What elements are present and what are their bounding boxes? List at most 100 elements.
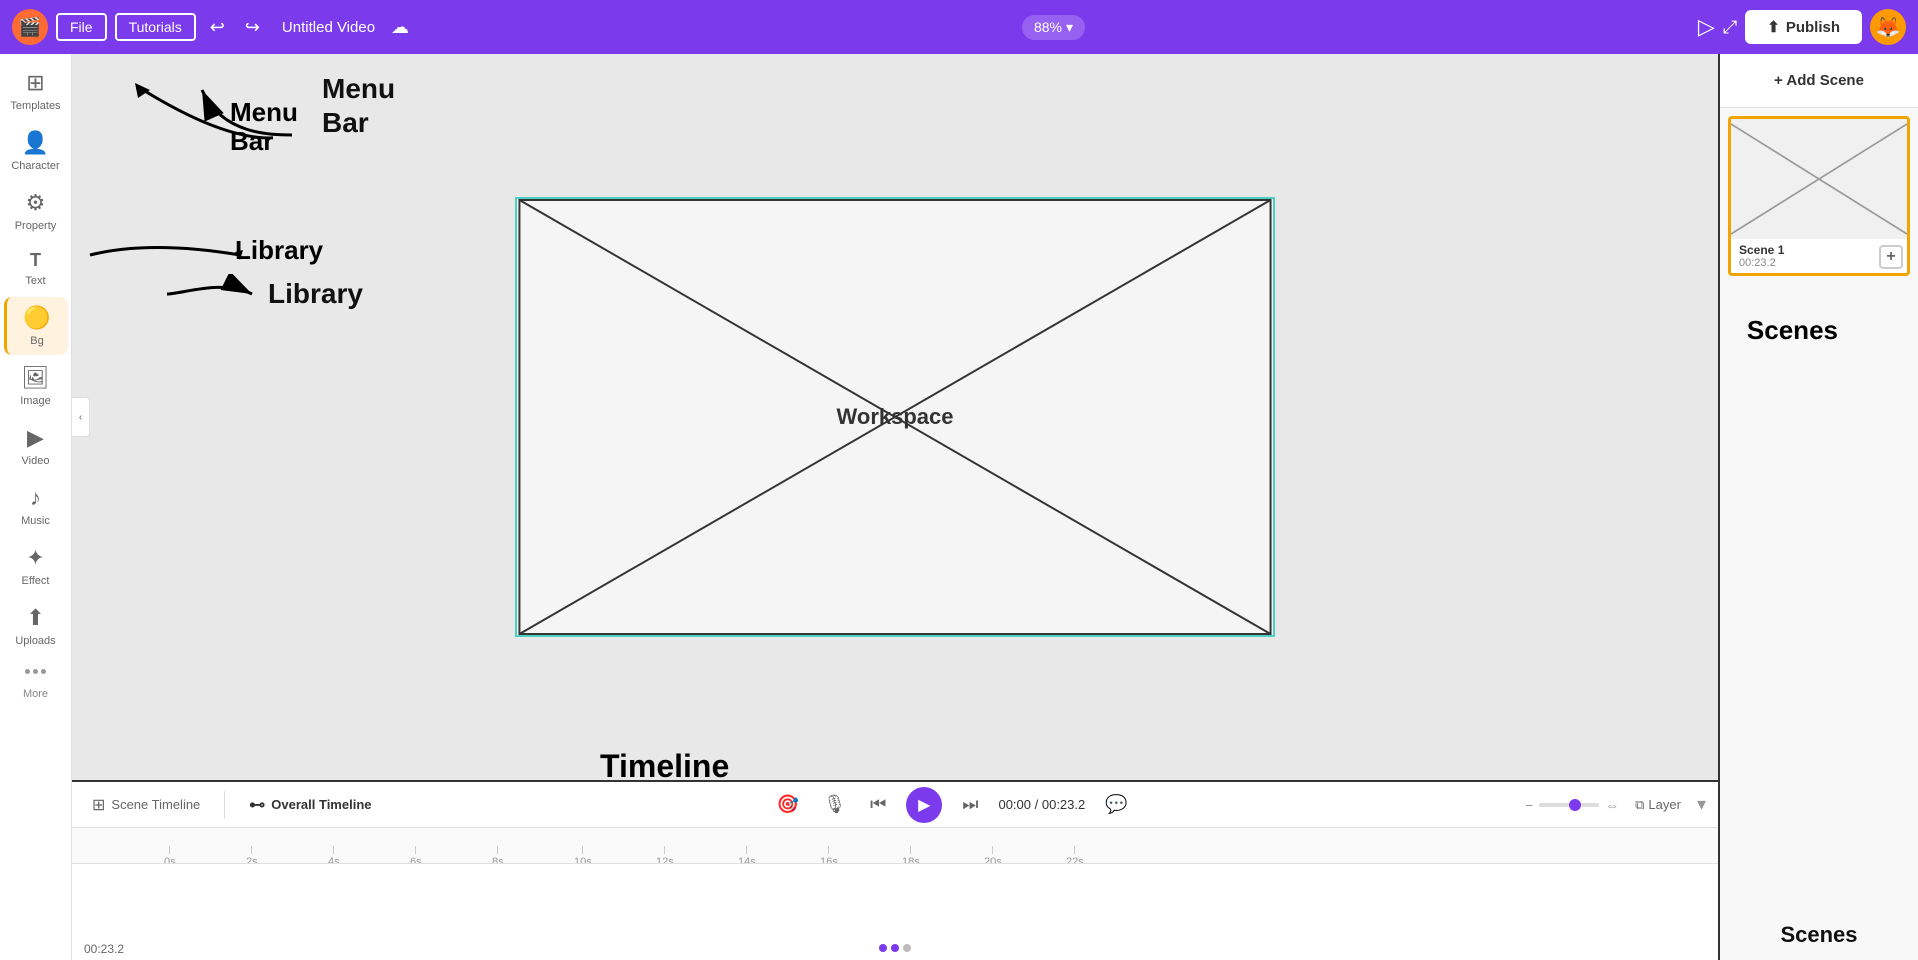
sidebar-item-character[interactable]: 👤 Character <box>4 122 68 180</box>
sidebar: ⊞ Templates 👤 Character ⚙ Property T Tex… <box>0 54 72 960</box>
zoom-button[interactable]: 88% ▾ <box>1022 15 1085 40</box>
sidebar-item-music[interactable]: ♪ Music <box>4 477 68 535</box>
track-dot-1 <box>879 944 887 952</box>
canvas-wireframe <box>517 199 1273 635</box>
canvas-placeholder: Workspace <box>517 199 1273 635</box>
skip-forward-button[interactable]: ⏭ <box>958 790 982 819</box>
file-button[interactable]: File <box>56 13 107 41</box>
ruler-mark-6s: 6s <box>410 846 422 865</box>
timeline-expand-button[interactable]: ▾ <box>1697 794 1706 815</box>
center-panel: Menu Bar Library <box>72 54 1718 960</box>
zoom-control: − ⇔ <box>1525 797 1619 813</box>
more-dot1 <box>25 669 30 674</box>
scene-1-thumbnail <box>1731 119 1907 239</box>
sidebar-item-label: Templates <box>10 100 60 112</box>
tutorials-button[interactable]: Tutorials <box>115 13 196 41</box>
sidebar-item-text[interactable]: T Text <box>4 242 68 295</box>
layers-icon: ⧉ <box>1635 797 1644 813</box>
sidebar-item-label: Effect <box>22 575 50 587</box>
sidebar-item-effect[interactable]: ✦ Effect <box>4 537 68 595</box>
topbar: 🎬 File Tutorials ↩ ↪ Untitled Video ☁ 88… <box>0 0 1918 54</box>
scene-1-duration: 00:23.2 <box>1739 257 1899 269</box>
ruler-mark-2s: 2s <box>246 846 258 865</box>
bg-icon: 🟡 <box>23 305 50 331</box>
text-icon: T <box>30 250 41 271</box>
save-icon[interactable]: ☁ <box>391 17 409 38</box>
redo-button[interactable]: ↪ <box>239 13 266 42</box>
sidebar-item-label: Character <box>11 160 59 172</box>
sidebar-item-label: Video <box>22 455 50 467</box>
sidebar-item-bg[interactable]: 🟡 Bg <box>4 297 68 355</box>
zoom-expand-button[interactable]: ⇔ <box>1605 797 1619 813</box>
ruler-mark-8s: 8s <box>492 846 504 865</box>
workspace[interactable]: Menu Bar Library <box>72 54 1718 780</box>
sidebar-more-button[interactable] <box>25 657 46 686</box>
right-panel: + Add Scene Scene 1 00:23.2 + Scenes <box>1718 54 1918 960</box>
library-annotation: Library <box>162 274 363 314</box>
avatar[interactable]: 🦊 <box>1870 9 1906 45</box>
camera-sync-button[interactable]: 🎯 <box>773 790 803 819</box>
collapse-sidebar-button[interactable]: ‹ <box>72 397 90 437</box>
music-icon: ♪ <box>30 485 41 511</box>
tab-scene-timeline[interactable]: ⊞ Scene Timeline <box>84 791 208 819</box>
publish-button[interactable]: ⬆ Publish <box>1745 10 1862 44</box>
preview-play-button[interactable]: ▷ <box>1698 14 1715 40</box>
zoom-out-button[interactable]: − <box>1525 797 1533 813</box>
ruler-mark-16s: 16s <box>820 846 838 865</box>
sidebar-item-uploads[interactable]: ⬆ Uploads <box>4 597 68 655</box>
ruler-mark-14s: 14s <box>738 846 756 865</box>
timeline-header: ⊞ Scene Timeline ⊷ Overall Timeline 🎯 🎙 … <box>72 782 1718 828</box>
ruler-mark-12s: 12s <box>656 846 674 865</box>
scene-timeline-label: Scene Timeline <box>111 797 200 812</box>
mic-button[interactable]: 🎙 <box>819 790 850 819</box>
scene-1-card[interactable]: Scene 1 00:23.2 + <box>1728 116 1910 276</box>
track-dot-3 <box>903 944 911 952</box>
sidebar-item-label: Text <box>25 275 45 287</box>
ruler-mark-4s: 4s <box>328 846 340 865</box>
scene-add-button[interactable]: + <box>1879 245 1903 269</box>
sidebar-item-label: Property <box>15 220 57 232</box>
ruler-mark-0s: 0s <box>164 846 176 865</box>
scene-thumbnail-wireframe <box>1731 119 1907 239</box>
menu-bar-annotation: Menu Bar <box>192 72 395 145</box>
timeline-play-button[interactable]: ▶ <box>906 787 942 823</box>
more-dot3 <box>41 669 46 674</box>
tab-overall-timeline[interactable]: ⊷ Overall Timeline <box>241 791 379 819</box>
skip-back-button[interactable]: ⏮ <box>866 790 890 819</box>
menu-bar-label: Menu Bar <box>322 72 395 139</box>
share-button[interactable]: ⤢ <box>1723 17 1737 38</box>
timeline-track-area[interactable]: 00:23.2 <box>72 864 1718 960</box>
sidebar-item-label: Music <box>21 515 50 527</box>
image-icon: 🖼 <box>22 365 50 391</box>
ruler-mark-18s: 18s <box>902 846 920 865</box>
video-icon: ▶ <box>27 425 44 451</box>
undo-button[interactable]: ↩ <box>204 13 231 42</box>
sidebar-item-video[interactable]: ▶ Video <box>4 417 68 475</box>
zoom-slider[interactable] <box>1539 803 1599 807</box>
current-time-display: 00:23.2 <box>84 942 124 956</box>
scenes-area: Scene 1 00:23.2 + <box>1720 108 1918 910</box>
layer-control[interactable]: ⧉ Layer <box>1635 797 1681 813</box>
sidebar-item-label: Uploads <box>15 635 55 647</box>
overall-timeline-icon: ⊷ <box>249 795 265 815</box>
add-scene-button[interactable]: + Add Scene <box>1720 54 1918 108</box>
sidebar-item-templates[interactable]: ⊞ Templates <box>4 62 68 120</box>
zoom-slider-thumb <box>1569 799 1581 811</box>
overall-timeline-label: Overall Timeline <box>271 797 371 812</box>
timeline-ruler: 0s 2s 4s 6s 8s 10s <box>72 828 1718 864</box>
canvas[interactable]: Workspace <box>515 197 1275 637</box>
ruler-mark-10s: 10s <box>574 846 592 865</box>
library-arrow <box>162 274 262 314</box>
scene-timeline-icon: ⊞ <box>92 795 105 815</box>
more-label: More <box>23 688 48 700</box>
document-title: Untitled Video <box>282 19 375 36</box>
captions-button[interactable]: 💬 <box>1101 790 1131 819</box>
logo-icon: 🎬 <box>12 9 48 45</box>
timeline-track-dots <box>879 944 911 952</box>
main-layout: ⊞ Templates 👤 Character ⚙ Property T Tex… <box>0 54 1918 960</box>
sidebar-item-property[interactable]: ⚙ Property <box>4 182 68 240</box>
sidebar-item-image[interactable]: 🖼 Image <box>4 357 68 415</box>
more-dot2 <box>33 669 38 674</box>
scene-1-name: Scene 1 <box>1739 243 1899 257</box>
timeline: ⊞ Scene Timeline ⊷ Overall Timeline 🎯 🎙 … <box>72 780 1718 960</box>
